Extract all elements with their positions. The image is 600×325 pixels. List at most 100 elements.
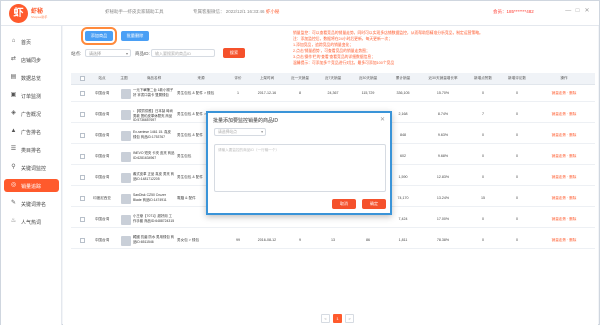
status-prefix: 专属客服微信： <box>193 9 225 14</box>
table-row: 韓國 抗菌 防水 男用錢包 商品ID:6511546 男女包 > 錢包 中国台湾 99… <box>71 233 595 249</box>
sidebar-item-label: 人气热词 <box>21 220 42 226</box>
product-id-input[interactable]: 输入要搜索的商品ID <box>151 49 215 57</box>
chevron-down-icon: ▾ <box>261 130 263 134</box>
product-ids-textarea[interactable]: 请输入要监控的商品ID（一行输一个） <box>214 144 386 192</box>
cell-site: 中国台湾 <box>94 133 110 137</box>
sidebar-item-store-sync[interactable]: ⇄ 店铺同步 <box>4 53 59 66</box>
sidebar-item-label: 类目排名 <box>21 148 42 154</box>
cell-rating: 99 <box>236 238 240 242</box>
sidebar-item-data-overview[interactable]: ▤ 数据总览 <box>4 71 59 84</box>
row-actions[interactable]: 销量走势 · 删除 <box>535 196 593 201</box>
row-actions[interactable]: 销量走势 · 删除 <box>535 175 593 180</box>
ad-trend-icon: ▲ <box>10 128 17 134</box>
product-name[interactable]: 義式皮革 正品 真皮 男夾 商品ID:1481712205 <box>133 172 175 184</box>
sidebar-item-label: 订单监测 <box>21 94 42 100</box>
product-name[interactable]: ↓【現貨供應】日本製 時尚男款 簡約皮革休閒夾 商品ID:5736657697 <box>133 109 175 121</box>
row-actions[interactable]: 销量走势 · 删除 <box>535 91 593 96</box>
row-actions[interactable]: 销量走势 · 删除 <box>535 112 593 117</box>
sales-trace-icon: ◎ <box>10 182 17 188</box>
cell-site: 中国台湾 <box>94 91 110 95</box>
sidebar-item-sales-trace[interactable]: ◎ 销量追踪 <box>4 179 59 192</box>
confirm-button[interactable]: 确定 <box>362 199 386 209</box>
row-checkbox[interactable] <box>80 217 85 222</box>
row-actions[interactable]: 销量走势 · 删除 <box>535 154 593 159</box>
row-actions[interactable]: 销量走势 · 删除 <box>535 238 593 243</box>
cell-likes: 7 <box>482 112 484 116</box>
sidebar-item-ad-overview[interactable]: ◈ 广告概况 <box>4 107 59 120</box>
cell-site: 中国台湾 <box>94 154 110 158</box>
cell-d30: 115,729 <box>361 91 375 95</box>
cell-growth: 9.68% <box>437 154 449 158</box>
cell-comments: 0 <box>516 217 518 221</box>
cell-likes: 0 <box>482 238 484 242</box>
col-likes: 新增点赞数 <box>474 76 492 80</box>
col-total: 累计销量 <box>395 76 411 80</box>
col-site: 站点 <box>98 76 106 80</box>
row-actions[interactable]: 销量走势 · 删除 <box>535 133 593 138</box>
row-checkbox[interactable] <box>80 238 85 243</box>
col-d7: 近7天销量 <box>324 76 342 80</box>
cell-likes: 0 <box>482 154 484 158</box>
row-actions[interactable]: 销量走势 · 删除 <box>535 217 593 222</box>
sidebar-item-hot-words[interactable]: ♨ 人气热词 <box>4 215 59 228</box>
batch-delete-button[interactable]: 批量删除 <box>121 31 149 41</box>
dialog-site-select[interactable]: 请选择站点 ▾ <box>214 128 266 136</box>
close-icon[interactable]: ✕ <box>380 116 385 123</box>
cell-d7: 24,367 <box>327 91 339 95</box>
status-highlight: 虾小秘 <box>265 9 280 14</box>
product-name[interactable]: 一元下單賺二台 1款小錢子好 拿書口袋卡 雙層錢包 <box>133 88 175 100</box>
cell-comments: 0 <box>516 112 518 116</box>
col-d1: 近一天销量 <box>291 76 309 80</box>
sidebar-item-home[interactable]: ⌂ 首页 <box>4 35 59 48</box>
add-product-button[interactable]: 添加商品 <box>81 27 117 45</box>
cell-comments: 0 <box>516 133 518 137</box>
row-checkbox[interactable] <box>80 133 85 138</box>
next-page-button[interactable]: > <box>345 314 354 323</box>
sidebar: ⌂ 首页 ⇄ 店铺同步 ▤ 数据总览 ▣ 订单监测 ◈ 广告概况 ▲ 广告排名 … <box>1 26 62 325</box>
maximize-icon[interactable]: □ <box>574 8 582 14</box>
usage-notice: 销量监控：可以查看竞品的销量走势，同时可以实现多店铺数据监控，从而帮助您精准分析… <box>293 30 589 67</box>
product-name[interactable]: 小王爺【7071】超好用 工作手套 商品ID:6488724315 <box>133 214 175 226</box>
table-row: 一元下單賺二台 1款小錢子好 拿書口袋卡 雙層錢包 男生包包 & 配件 > 錢包 中… <box>71 86 595 102</box>
sidebar-item-label: 广告排名 <box>21 130 42 136</box>
product-name[interactable]: INEVO 短夾 卡夾 皮夾 商品ID:6281634967 <box>133 151 175 163</box>
row-checkbox[interactable] <box>80 112 85 117</box>
close-icon[interactable]: ✕ <box>583 7 591 14</box>
sidebar-item-ad-rank[interactable]: ▲ 广告排名 <box>4 125 59 138</box>
product-name[interactable]: Ex-seriese 1461 15. 真皮 錢包 商品ID:1753767 <box>133 130 175 142</box>
sidebar-item-order-monitor[interactable]: ▣ 订单监测 <box>4 89 59 102</box>
col-date: 上架时间 <box>259 76 275 80</box>
select-all-checkbox[interactable] <box>80 76 85 81</box>
col-name: 商品名称 <box>146 76 162 80</box>
user-account[interactable]: 会员：185*******482 <box>493 9 534 15</box>
logo-mark: 虾 <box>9 4 28 23</box>
product-name[interactable]: 韓國 抗菌 防水 男用錢包 商品ID:6511546 <box>133 235 175 247</box>
row-checkbox[interactable] <box>80 91 85 96</box>
row-checkbox[interactable] <box>80 154 85 159</box>
page-button-current[interactable]: 1 <box>333 314 342 323</box>
prev-page-button[interactable]: < <box>321 314 330 323</box>
sidebar-item-keyword-rank[interactable]: ✎ 关键词排名 <box>4 197 59 210</box>
cell-comments: 0 <box>516 154 518 158</box>
cell-growth: 9.63% <box>437 133 449 137</box>
cell-growth: 8.74% <box>437 112 449 116</box>
product-thumbnail <box>121 152 131 162</box>
sidebar-item-label: 首页 <box>21 40 32 46</box>
site-label: 站点: <box>71 51 82 56</box>
row-checkbox[interactable] <box>80 175 85 180</box>
sidebar-item-category-rank[interactable]: ☰ 类目排名 <box>4 143 59 156</box>
product-thumbnail <box>121 89 131 99</box>
cancel-button[interactable]: 取消 <box>332 199 356 209</box>
sidebar-item-keyword-monitor[interactable]: ⚲ 关键词监控 <box>4 161 59 174</box>
product-source: 男女包 > 錢包 <box>177 238 200 242</box>
sync-icon: ⇄ <box>10 56 17 62</box>
status-line: 专属客服微信： 2022/12/1 16:33:46 虾小秘 <box>193 9 279 15</box>
keyword-rank-icon: ✎ <box>10 200 17 206</box>
site-select[interactable]: 请选择 ▾ <box>85 49 131 57</box>
product-name[interactable]: SanDisk CZ50 Cruzer Blade 商品ID:1474911 <box>133 193 175 205</box>
search-button[interactable]: 搜索 <box>223 48 245 58</box>
row-checkbox[interactable] <box>80 196 85 201</box>
minimize-icon[interactable]: — <box>564 8 572 14</box>
cell-site: 印度尼西亚 <box>93 196 111 200</box>
product-thumbnail <box>121 173 131 183</box>
